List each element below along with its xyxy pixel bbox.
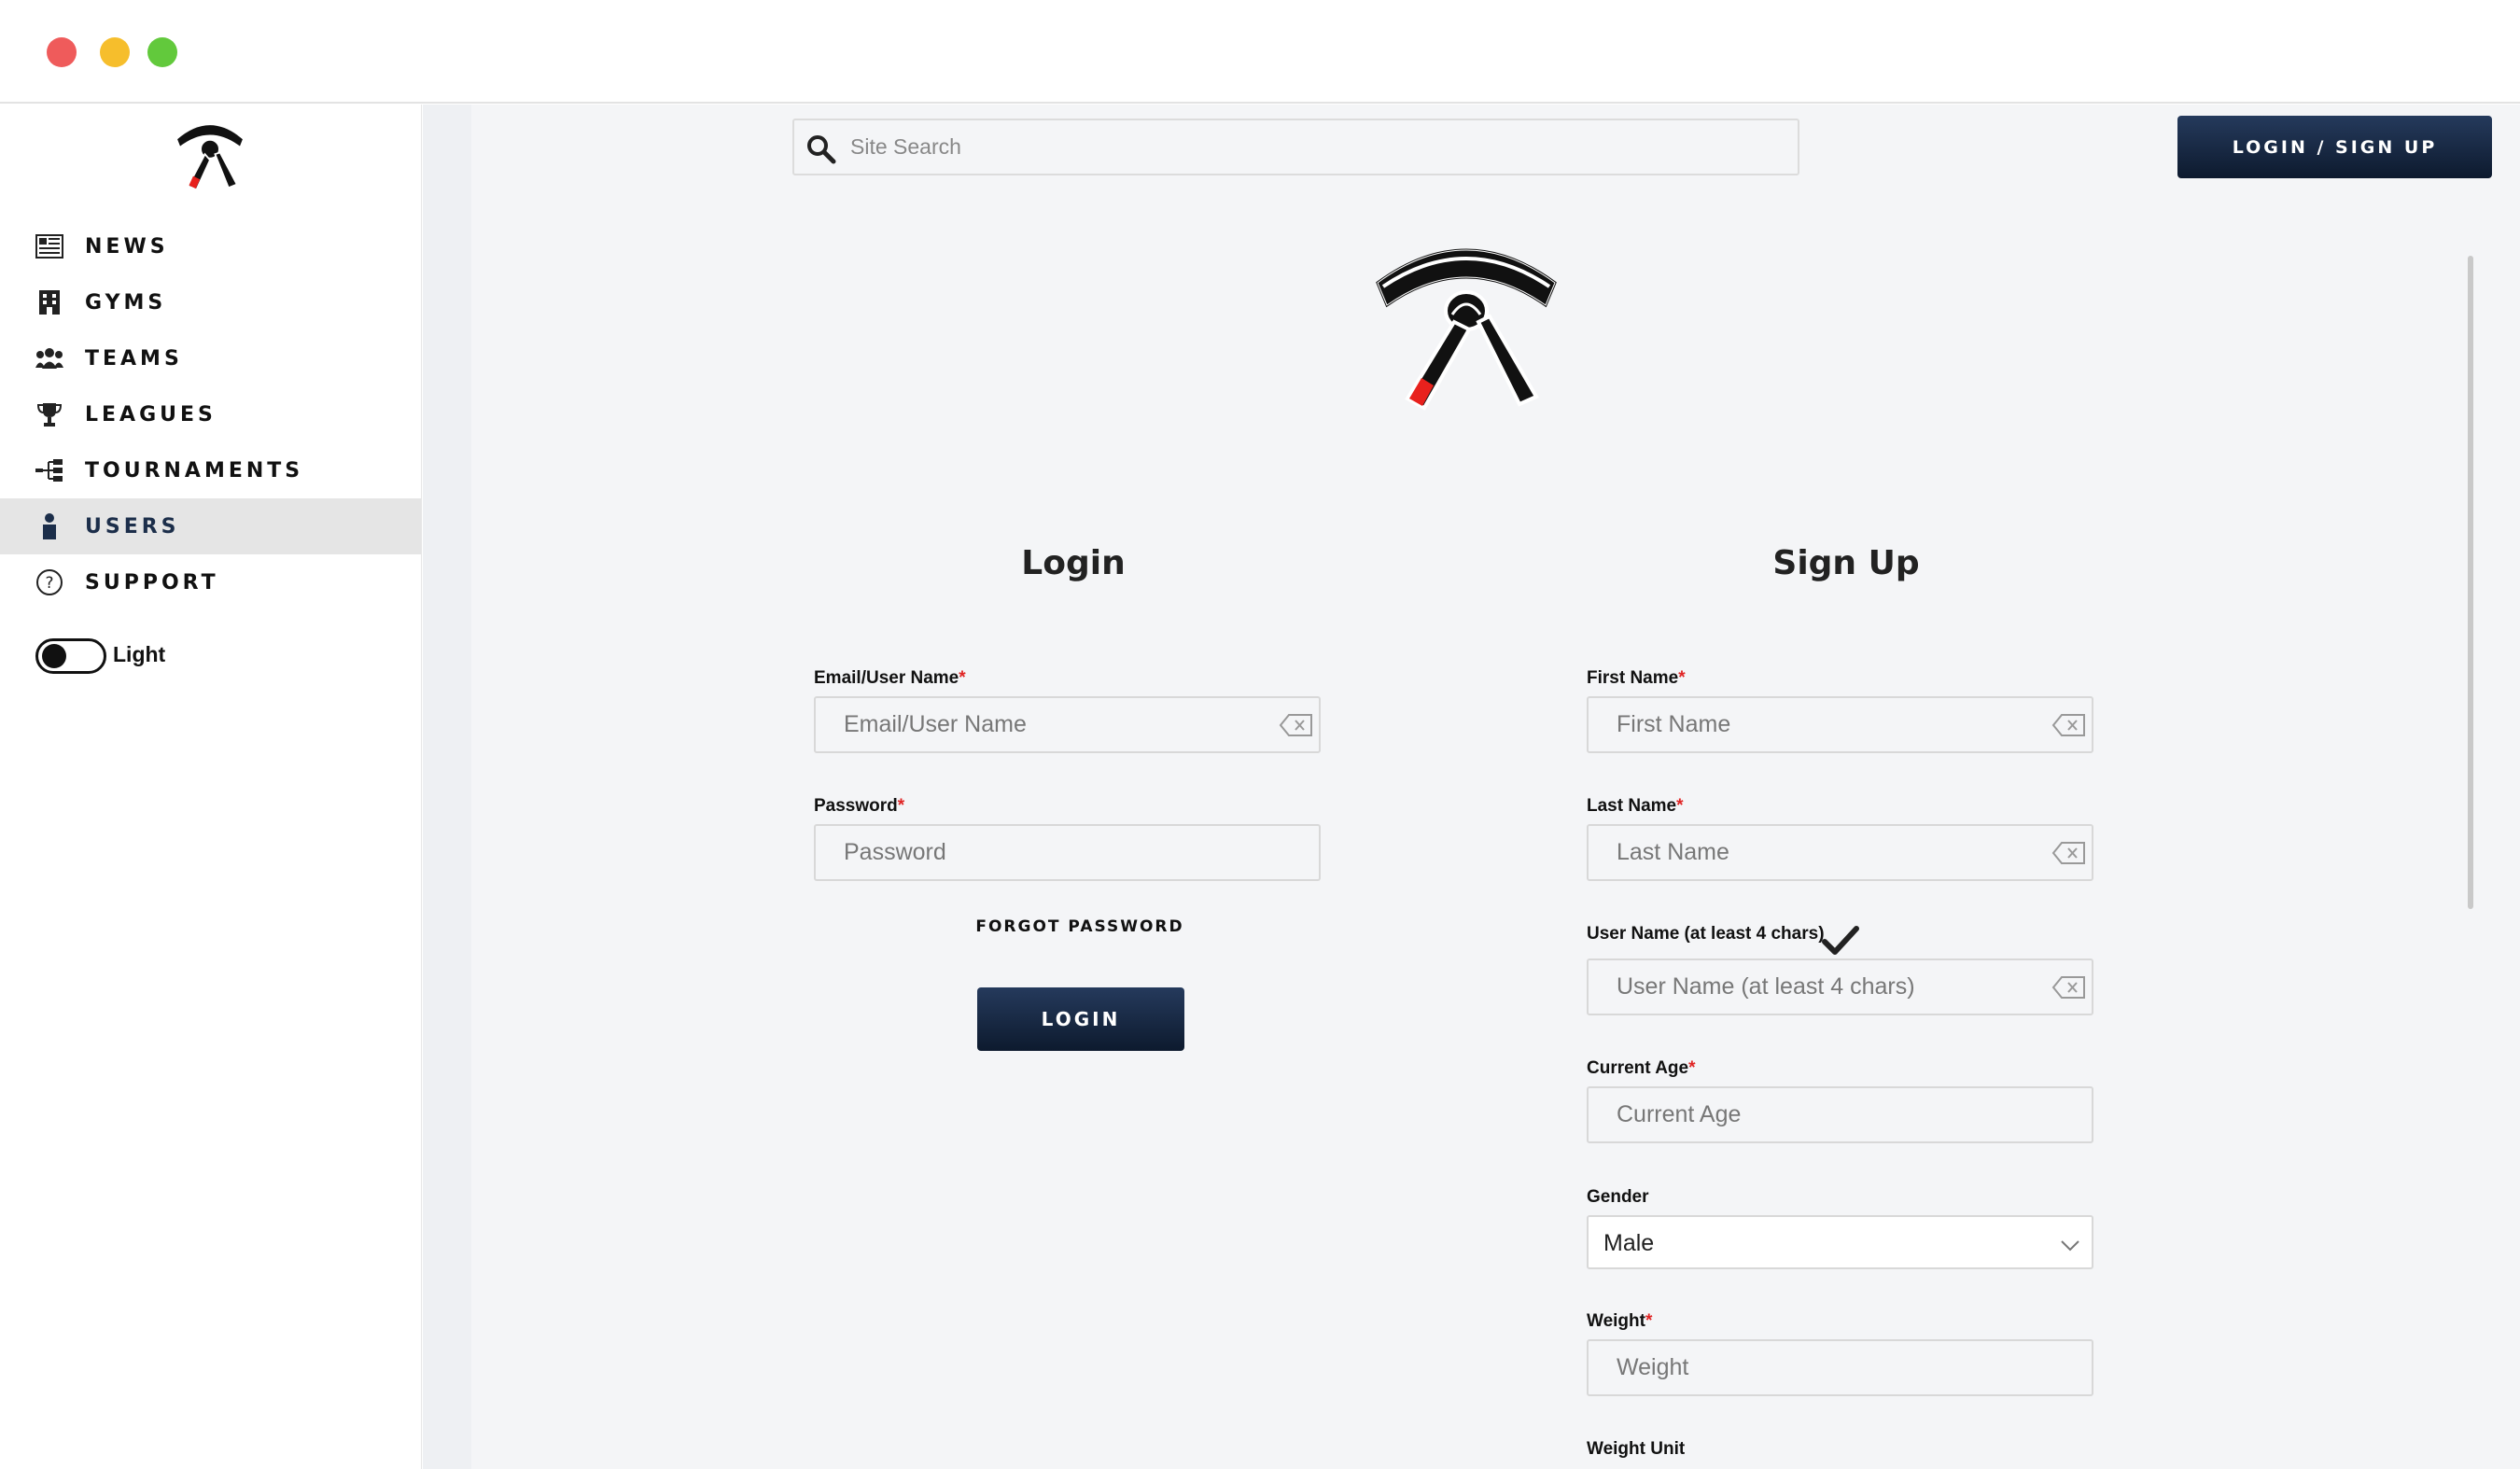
last-name-input[interactable] — [1617, 826, 2027, 879]
user-icon — [35, 511, 64, 541]
sidebar-item-label: USERS — [85, 514, 180, 539]
search-input[interactable] — [850, 120, 1784, 174]
close-window-button[interactable] — [47, 37, 77, 67]
username-label: User Name (at least 4 chars) — [1587, 924, 1825, 944]
trophy-icon — [35, 399, 64, 429]
sidebar-item-support[interactable]: ? SUPPORT — [0, 554, 422, 610]
email-input[interactable] — [844, 698, 1254, 751]
search-icon — [807, 135, 836, 164]
sidebar-item-gyms[interactable]: GYMS — [0, 274, 422, 330]
age-label: Current Age* — [1587, 1058, 1696, 1078]
app-window: NEWS GYMS TEAMS LEAGUES TOURNAMENTS USER… — [0, 0, 2520, 1469]
first-name-field[interactable] — [1587, 696, 2093, 753]
minimize-window-button[interactable] — [100, 37, 130, 67]
weight-unit-label: Weight Unit — [1587, 1439, 1686, 1459]
clear-input-icon[interactable] — [2051, 712, 2088, 738]
theme-toggle-label: Light — [113, 642, 166, 666]
sidebar-item-label: NEWS — [85, 234, 169, 259]
chevron-down-icon — [2061, 1240, 2079, 1252]
belt-logo[interactable] — [168, 114, 252, 198]
gender-value: Male — [1603, 1230, 1655, 1256]
sidebar-item-label: TOURNAMENTS — [85, 458, 304, 483]
question-circle-icon: ? — [35, 567, 64, 597]
gender-select[interactable]: Male — [1587, 1215, 2093, 1269]
clear-input-icon[interactable] — [2051, 840, 2088, 866]
login-button[interactable]: LOGIN — [977, 987, 1184, 1051]
age-field[interactable] — [1587, 1086, 2093, 1143]
password-label: Password* — [814, 796, 905, 816]
last-name-field[interactable] — [1587, 824, 2093, 881]
username-field[interactable] — [1587, 958, 2093, 1015]
password-field[interactable] — [814, 824, 1321, 881]
sidebar-item-users[interactable]: USERS — [0, 498, 422, 554]
maximize-window-button[interactable] — [147, 37, 177, 67]
email-field[interactable] — [814, 696, 1321, 753]
first-name-label: First Name* — [1587, 668, 1686, 688]
last-name-label: Last Name* — [1587, 796, 1684, 816]
sidebar-item-label: SUPPORT — [85, 570, 219, 595]
weight-label: Weight* — [1587, 1311, 1653, 1331]
weight-field[interactable] — [1587, 1339, 2093, 1396]
email-label: Email/User Name* — [814, 668, 966, 688]
sidebar-item-label: LEAGUES — [85, 402, 217, 427]
sidebar-item-tournaments[interactable]: TOURNAMENTS — [0, 442, 422, 498]
belt-logo-large — [1376, 248, 1557, 411]
sidebar-item-teams[interactable]: TEAMS — [0, 330, 422, 386]
first-name-input[interactable] — [1617, 698, 2027, 751]
sidebar-item-label: TEAMS — [85, 346, 183, 371]
sidebar: NEWS GYMS TEAMS LEAGUES TOURNAMENTS USER… — [0, 105, 422, 1469]
forgot-password-link[interactable]: FORGOT PASSWORD — [949, 917, 1211, 936]
toggle-knob — [42, 644, 66, 668]
news-icon — [35, 231, 64, 261]
checkmark-icon — [1822, 926, 1859, 955]
theme-toggle[interactable] — [35, 638, 106, 674]
sidebar-item-leagues[interactable]: LEAGUES — [0, 386, 422, 442]
bracket-icon — [35, 455, 64, 485]
building-icon — [35, 287, 64, 317]
age-input[interactable] — [1617, 1088, 2027, 1141]
site-search[interactable] — [792, 119, 1799, 175]
sidebar-item-news[interactable]: NEWS — [0, 218, 422, 274]
login-title: Login — [1021, 544, 1126, 582]
scrollbar[interactable] — [2468, 256, 2473, 909]
sidebar-item-label: GYMS — [85, 290, 167, 315]
title-bar — [0, 0, 2520, 104]
signup-title: Sign Up — [1772, 544, 1920, 582]
gender-label: Gender — [1587, 1187, 1649, 1207]
clear-input-icon[interactable] — [1278, 712, 1315, 738]
username-input[interactable] — [1617, 960, 2027, 1014]
content-gutter — [423, 105, 471, 1469]
login-signup-button[interactable]: LOGIN / SIGN UP — [2177, 116, 2492, 178]
clear-input-icon[interactable] — [2051, 974, 2088, 1000]
password-input[interactable] — [844, 826, 1254, 879]
users-group-icon — [35, 343, 64, 373]
weight-input[interactable] — [1617, 1341, 2027, 1394]
svg-text:?: ? — [45, 574, 53, 593]
